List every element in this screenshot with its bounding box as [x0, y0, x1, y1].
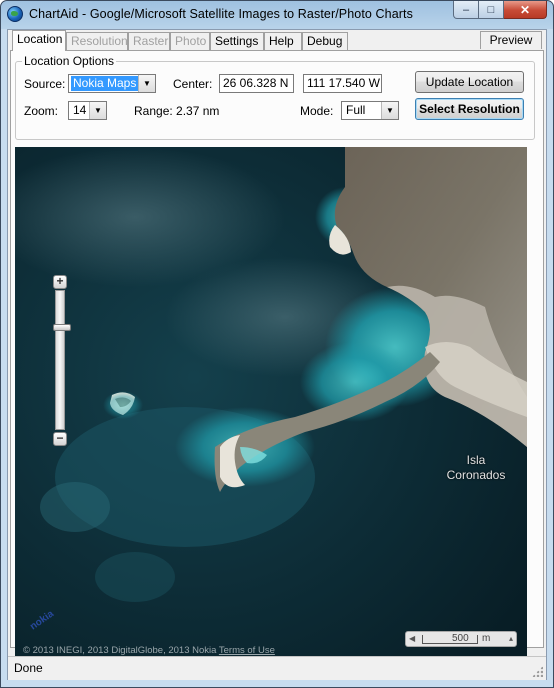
zoom-slider[interactable]: + − — [53, 275, 69, 447]
terms-of-use-link[interactable]: Terms of Use — [219, 645, 275, 656]
chevron-down-icon[interactable]: ▼ — [138, 75, 155, 92]
island-label-line2: Coronados — [446, 468, 506, 482]
maximize-button[interactable]: □ — [479, 1, 504, 19]
window-title: ChartAid - Google/Microsoft Satellite Im… — [29, 7, 413, 21]
scale-value: 500 — [452, 633, 469, 644]
zoom-in-button[interactable]: + — [53, 275, 67, 289]
window-controls: – □ ✕ — [453, 1, 547, 19]
zoom-track[interactable] — [55, 290, 65, 430]
tab-photo[interactable]: Photo — [170, 32, 210, 50]
scale-ruler — [422, 635, 478, 644]
zoom-thumb[interactable] — [53, 324, 71, 331]
select-resolution-button[interactable]: Select Resolution — [415, 98, 524, 120]
tab-resolution[interactable]: Resolution — [66, 32, 128, 50]
globe-icon — [7, 6, 23, 22]
scale-unit: m — [482, 633, 491, 644]
chevron-down-icon[interactable]: ▼ — [381, 102, 398, 119]
center-label: Center: — [173, 77, 213, 91]
minimize-button[interactable]: – — [453, 1, 479, 19]
island-label-line1: Isla — [466, 453, 486, 467]
scale-updown-arrow-icon[interactable]: ▴ — [509, 634, 513, 643]
location-options-group: Location Options Source: Nokia Maps ▼ Ce… — [15, 54, 535, 140]
copyright-text: © 2013 INEGI, 2013 DigitalGlobe, 2013 No… — [23, 645, 217, 656]
close-button[interactable]: ✕ — [504, 1, 547, 19]
zoom-value: 14 — [73, 103, 87, 117]
latitude-field[interactable]: 26 06.328 N — [219, 74, 294, 93]
mode-dropdown[interactable]: Full ▼ — [341, 101, 399, 120]
tab-strip: Location Resolution Raster Photo Setting… — [10, 30, 544, 51]
tab-preview[interactable]: Preview — [480, 31, 542, 49]
source-value: Nokia Maps — [71, 76, 139, 91]
satellite-imagery — [15, 147, 527, 659]
zoom-dropdown[interactable]: 14 ▼ — [68, 101, 107, 120]
mode-value: Full — [346, 103, 366, 117]
mode-label: Mode: — [300, 104, 334, 118]
chevron-down-icon[interactable]: ▼ — [89, 102, 106, 119]
app-window: ChartAid - Google/Microsoft Satellite Im… — [0, 0, 554, 688]
group-title: Location Options — [22, 54, 117, 68]
status-text: Done — [14, 661, 43, 675]
island-label: Isla Coronados — [428, 453, 524, 483]
scale-left-arrow-icon[interactable]: ◀ — [409, 634, 415, 643]
map-copyright: © 2013 INEGI, 2013 DigitalGlobe, 2013 No… — [23, 645, 275, 656]
scale-bar[interactable]: ◀ 500 m ▴ — [405, 631, 517, 647]
zoom-out-button[interactable]: − — [53, 432, 67, 446]
tab-raster[interactable]: Raster — [128, 32, 170, 50]
zoom-label: Zoom: — [24, 104, 59, 118]
location-tab-page: Location Options Source: Nokia Maps ▼ Ce… — [10, 50, 544, 659]
tab-debug[interactable]: Debug — [302, 32, 348, 50]
source-label: Source: — [24, 77, 66, 91]
tab-help[interactable]: Help — [264, 32, 302, 50]
longitude-field[interactable]: 111 17.540 W — [303, 74, 382, 93]
update-location-button[interactable]: Update Location — [415, 71, 524, 93]
source-dropdown[interactable]: Nokia Maps ▼ — [68, 74, 156, 93]
title-bar[interactable]: ChartAid - Google/Microsoft Satellite Im… — [1, 1, 553, 29]
satellite-map[interactable]: + − Isla Coronados nokia © 2013 INEGI, 2… — [15, 147, 527, 659]
tab-settings[interactable]: Settings — [210, 32, 264, 50]
range-text: Range: 2.37 nm — [134, 104, 220, 118]
resize-grip-icon[interactable] — [532, 666, 543, 677]
status-bar: Done — [8, 656, 546, 680]
tab-location[interactable]: Location — [12, 30, 66, 51]
client-area: Location Resolution Raster Photo Setting… — [7, 29, 547, 680]
